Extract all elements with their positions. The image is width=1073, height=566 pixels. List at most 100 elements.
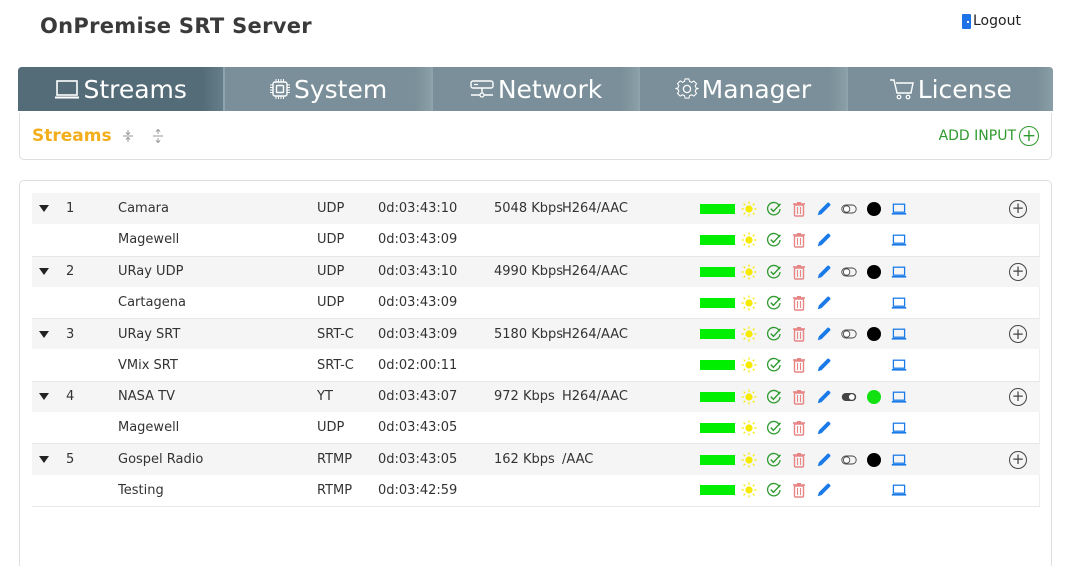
expand-toggle[interactable]	[38, 205, 50, 213]
sun-icon[interactable]	[741, 357, 757, 373]
laptop-icon[interactable]	[891, 232, 907, 248]
tab-license-label: License	[917, 74, 1012, 104]
trash-icon[interactable]	[791, 420, 807, 436]
pencil-icon[interactable]	[816, 326, 832, 342]
toggle-off-icon[interactable]	[841, 326, 857, 342]
laptop-icon[interactable]	[891, 264, 907, 280]
trash-icon[interactable]	[791, 452, 807, 468]
pencil-icon[interactable]	[816, 420, 832, 436]
output-protocol: UDP	[317, 295, 345, 311]
laptop-icon[interactable]	[891, 295, 907, 311]
status-indicator	[866, 201, 882, 217]
sun-icon[interactable]	[741, 420, 757, 436]
stream-row: 4 NASA TV YT 0d:03:43:07 972 Kbps H264/AAC +	[32, 380, 1040, 413]
trash-icon[interactable]	[791, 326, 807, 343]
status-indicator	[866, 326, 882, 342]
pencil-icon[interactable]	[816, 264, 832, 280]
level-meter	[700, 360, 735, 371]
laptop-icon[interactable]	[891, 326, 907, 342]
add-output-button[interactable]: +	[1009, 387, 1027, 406]
expand-toggle[interactable]	[38, 330, 50, 338]
gear-icon	[675, 77, 699, 101]
toggle-off-icon[interactable]	[841, 264, 857, 280]
collapse-all-icon[interactable]	[122, 129, 134, 143]
check-circle-icon[interactable]	[766, 357, 782, 373]
laptop-icon[interactable]	[891, 389, 907, 405]
sun-icon[interactable]	[741, 452, 757, 468]
toggle-placeholder	[841, 295, 857, 311]
row-actions	[700, 193, 916, 224]
trash-icon[interactable]	[791, 482, 807, 499]
stream-number: 1	[66, 201, 75, 217]
trash-icon[interactable]	[791, 295, 807, 311]
check-circle-icon[interactable]	[766, 295, 782, 311]
pencil-icon[interactable]	[816, 482, 832, 498]
caret-down-icon	[39, 393, 49, 401]
trash-icon[interactable]	[791, 232, 807, 248]
sun-icon[interactable]	[741, 326, 757, 342]
sun-icon[interactable]	[741, 232, 757, 248]
tab-network[interactable]: Network	[432, 67, 641, 111]
check-circle-icon[interactable]	[766, 452, 782, 468]
tab-system[interactable]: System	[225, 67, 433, 111]
stream-uptime: 0d:03:43:09	[378, 326, 458, 342]
logout-label: Logout	[973, 13, 1021, 29]
stream-protocol: UDP	[317, 264, 345, 280]
sun-icon[interactable]	[741, 389, 757, 405]
row-actions	[700, 287, 916, 318]
check-circle-icon[interactable]	[766, 420, 782, 436]
pencil-icon[interactable]	[816, 232, 832, 248]
pencil-icon[interactable]	[816, 295, 832, 311]
add-output-button[interactable]: +	[1009, 199, 1027, 218]
add-output-button[interactable]: +	[1009, 325, 1027, 344]
stream-number: 2	[66, 264, 75, 280]
laptop-icon[interactable]	[891, 420, 907, 436]
expand-all-icon[interactable]	[152, 129, 164, 143]
check-circle-icon[interactable]	[766, 264, 782, 280]
status-dot-icon	[867, 327, 881, 342]
trash-icon[interactable]	[791, 357, 807, 373]
tab-streams[interactable]: Streams	[18, 67, 226, 111]
network-icon	[469, 78, 495, 100]
laptop-icon[interactable]	[891, 201, 907, 217]
pencil-icon[interactable]	[816, 452, 832, 468]
check-circle-icon[interactable]	[766, 232, 782, 248]
check-circle-icon[interactable]	[766, 326, 782, 342]
add-output-button[interactable]: +	[1009, 450, 1027, 469]
pencil-icon[interactable]	[816, 201, 832, 217]
pencil-icon[interactable]	[816, 357, 832, 373]
toggle-on-icon[interactable]	[841, 389, 857, 405]
plus-circle-icon: +	[1009, 199, 1027, 218]
stream-codec: H264/AAC	[562, 326, 628, 342]
logout-button[interactable]: Logout	[962, 13, 1021, 29]
sun-icon[interactable]	[741, 201, 757, 217]
stream-name: NASA TV	[118, 389, 175, 405]
add-output-button[interactable]: +	[1009, 262, 1027, 281]
check-circle-icon[interactable]	[766, 201, 782, 217]
laptop-icon[interactable]	[891, 357, 907, 373]
expand-toggle[interactable]	[38, 268, 50, 276]
sun-icon[interactable]	[741, 482, 757, 498]
tab-manager[interactable]: Manager	[640, 67, 848, 111]
trash-icon[interactable]	[791, 264, 807, 280]
trash-icon[interactable]	[791, 389, 807, 405]
sun-icon[interactable]	[741, 295, 757, 311]
caret-down-icon	[39, 330, 49, 338]
expand-toggle[interactable]	[38, 393, 50, 401]
stream-row: 5 Gospel Radio RTMP 0d:03:43:05 162 Kbps/AAC…	[32, 443, 1040, 475]
level-meter	[700, 234, 735, 245]
trash-icon[interactable]	[791, 201, 807, 217]
sun-icon[interactable]	[741, 264, 757, 280]
expand-toggle[interactable]	[38, 456, 50, 464]
laptop-icon[interactable]	[891, 482, 907, 498]
toggle-off-icon[interactable]	[841, 452, 857, 468]
check-circle-icon[interactable]	[766, 389, 782, 405]
check-circle-icon[interactable]	[766, 482, 782, 498]
laptop-icon[interactable]	[891, 452, 907, 468]
tab-license[interactable]: License	[847, 67, 1053, 111]
stream-name: URay SRT	[118, 326, 181, 342]
add-input-button[interactable]: ADD INPUT +	[939, 126, 1039, 146]
stream-row: 3 URay SRT SRT-C 0d:03:43:09 5180 Kbps H264/A…	[32, 318, 1040, 350]
toggle-off-icon[interactable]	[841, 201, 857, 217]
pencil-icon[interactable]	[816, 389, 832, 405]
